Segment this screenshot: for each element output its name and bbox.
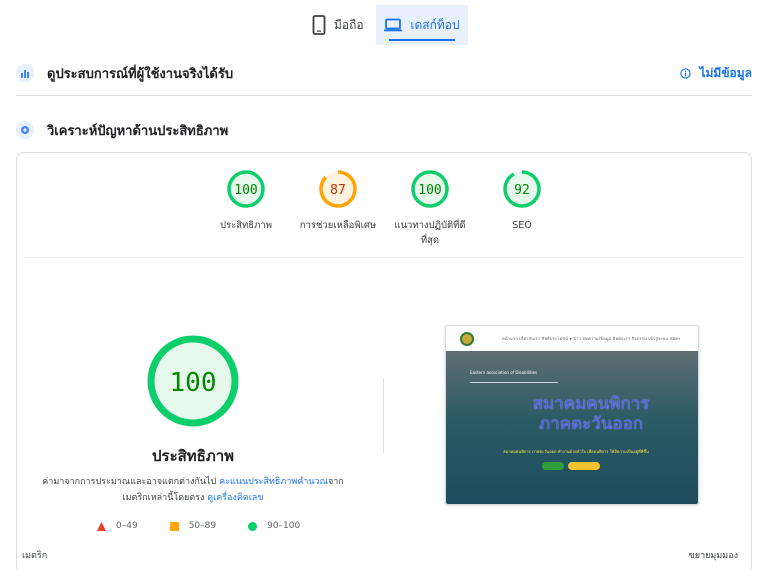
tab-desktop-label: เดสก์ท็อป — [410, 17, 460, 32]
desc-text: เมตริกเหล่านี้โดยตรง — [122, 493, 208, 503]
legend-range: 50–89 — [188, 521, 217, 531]
field-data-title: ดูประสบการณ์ที่ผู้ใช้งานจริงได้รับ — [47, 66, 234, 82]
thumb-caption: สมาคมคนพิการ ภาคตะวันออก ทำงานด้วยหัวใจ … — [503, 449, 649, 454]
final-screenshot[interactable]: หน้าแรก เกี่ยวกับเรา สิทธิประโยชน์ ▾ ข่า… — [445, 325, 699, 505]
score-calc-link[interactable]: คะแนนประสิทธิภาพคำนวณ — [219, 477, 328, 487]
score-ring: 92 — [503, 170, 541, 208]
score-legend: 0–49 50–89 90–100 — [97, 521, 300, 531]
gauge-score: 87 — [330, 183, 346, 198]
thumb-button-green — [542, 462, 564, 470]
performance-big-gauge: 100 — [147, 335, 239, 427]
calculator-link[interactable]: ดูเครื่องคิดเลข — [207, 493, 263, 503]
legend-pass: 90–100 — [248, 521, 300, 531]
thumb-nav-links: หน้าแรก เกี่ยวกับเรา สิทธิประโยชน์ ▾ ข่า… — [502, 336, 681, 341]
desc-text: จาก — [327, 477, 344, 487]
thumb-underline — [470, 382, 558, 383]
gauge-accessibility[interactable]: 87 การช่วยเหลือพิเศษ — [293, 169, 383, 233]
lab-data-title: วิเคราะห์ปัญหาด้านประสิทธิภาพ — [47, 123, 229, 139]
gauge-label: ประสิทธิภาพ — [220, 220, 272, 231]
legend-average: 50–89 — [169, 521, 217, 531]
gauge-seo[interactable]: 92 SEO — [477, 169, 567, 233]
legend-range: 0–49 — [116, 521, 138, 531]
thumb-navbar: หน้าแรก เกี่ยวกับเรา สิทธิประโยชน์ ▾ ข่า… — [446, 326, 698, 351]
thumb-headline: สมาคมคนพิการ ภาคตะวันออก — [506, 394, 676, 434]
vertical-divider — [383, 378, 384, 453]
lab-data-section: วิเคราะห์ปัญหาด้านประสิทธิภาพ — [16, 115, 752, 145]
lighthouse-icon — [16, 121, 34, 139]
expand-view-toggle[interactable]: ขยายมุมมอง — [689, 548, 738, 562]
big-score: 100 — [170, 368, 217, 398]
device-tabs: มือถือ เดสก์ท็อป — [0, 0, 768, 46]
legend-range: 90–100 — [267, 521, 301, 531]
no-data-link[interactable]: ไม่มีข้อมูล — [680, 64, 752, 83]
circle-icon — [248, 521, 258, 531]
category-gauges: 100 ประสิทธิภาพ 87 การช่วยเหลือพิเศษ 100… — [17, 169, 751, 249]
gauge-score: 100 — [234, 183, 257, 198]
gauge-label-line1: แนวทางปฏิบัติที่ดี — [394, 220, 466, 231]
desc-text: ค่ามาจากการประมาณและอาจแตกต่างกันไป — [42, 477, 220, 487]
tab-mobile[interactable]: มือถือ — [312, 5, 364, 45]
gauge-score: 92 — [514, 183, 530, 198]
users-chart-icon — [16, 64, 34, 82]
gauge-score: 100 — [418, 183, 441, 198]
smartphone-icon — [312, 15, 326, 35]
card-divider — [25, 257, 743, 258]
score-ring: 87 — [319, 170, 357, 208]
tab-mobile-label: มือถือ — [334, 17, 364, 32]
section-divider — [16, 95, 752, 96]
no-data-label: ไม่มีข้อมูล — [699, 65, 752, 80]
triangle-icon — [97, 521, 106, 531]
gauge-label-line2: ที่สุด — [420, 235, 440, 246]
report-card: 100 ประสิทธิภาพ 87 การช่วยเหลือพิเศษ 100… — [16, 152, 752, 569]
info-icon — [680, 67, 692, 79]
tab-desktop[interactable]: เดสก์ท็อป — [376, 5, 468, 45]
legend-fail: 0–49 — [97, 521, 138, 531]
field-data-section: ดูประสบการณ์ที่ผู้ใช้งานจริงได้รับ ไม่มี… — [16, 58, 752, 88]
metrics-heading: เมตริก — [22, 551, 48, 561]
thumb-headline-2: ภาคตะวันออก — [538, 414, 644, 434]
gauge-best-practices[interactable]: 100 แนวทางปฏิบัติที่ดี ที่สุด — [385, 169, 475, 248]
thumb-button-yellow — [568, 462, 600, 470]
gauge-performance[interactable]: 100 ประสิทธิภาพ — [201, 169, 291, 233]
gauge-label: SEO — [512, 220, 532, 231]
thumb-subtitle: Eastern association of Disabilities — [470, 370, 538, 375]
site-logo-icon — [460, 331, 474, 346]
gauge-label: การช่วยเหลือพิเศษ — [299, 220, 377, 231]
thumb-headline-1: สมาคมคนพิการ — [532, 394, 650, 414]
laptop-icon — [384, 18, 403, 32]
performance-description: ค่ามาจากการประมาณและอาจแตกต่างกันไป คะแน… — [37, 474, 349, 506]
score-ring: 100 — [227, 170, 265, 208]
score-ring: 100 — [411, 170, 449, 208]
gauge-label: แนวทางปฏิบัติที่ดี ที่สุด — [385, 218, 475, 248]
square-icon — [169, 521, 179, 531]
performance-title: ประสิทธิภาพ — [151, 447, 235, 465]
